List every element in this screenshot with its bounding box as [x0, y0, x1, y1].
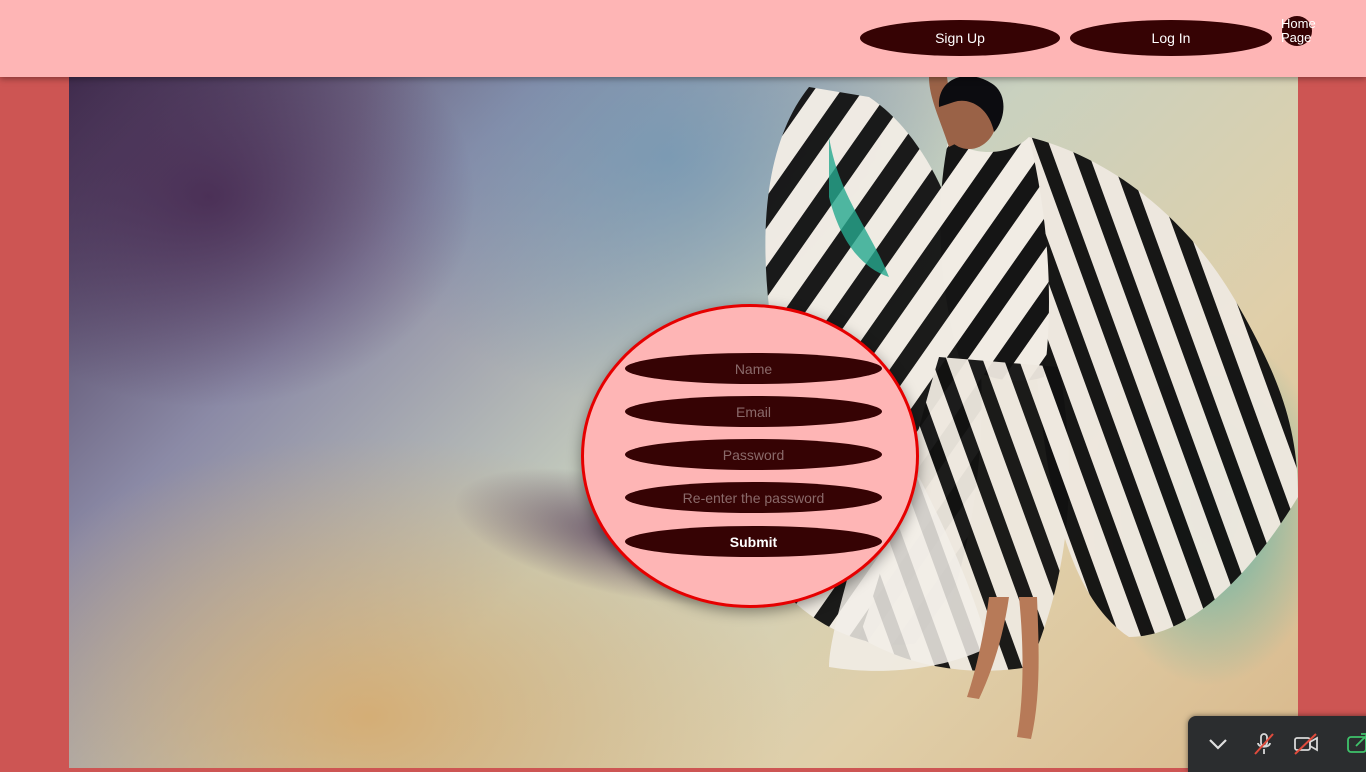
- meeting-control-bar: [1188, 716, 1366, 772]
- home-page-label: Home Page: [1281, 16, 1316, 45]
- home-page-button[interactable]: Home Page: [1281, 16, 1316, 46]
- sign-up-button[interactable]: Sign Up: [860, 20, 1060, 56]
- signup-form: Submit: [581, 304, 919, 608]
- camera-off-icon[interactable]: [1292, 730, 1320, 758]
- chevron-down-icon[interactable]: [1204, 730, 1232, 758]
- name-field[interactable]: [625, 353, 882, 384]
- password-field[interactable]: [625, 439, 882, 470]
- top-header: Sign Up Log In Home Page: [0, 0, 1366, 77]
- mic-muted-icon[interactable]: [1250, 730, 1278, 758]
- email-field[interactable]: [625, 396, 882, 427]
- hero-image: Submit: [69, 77, 1298, 768]
- reenter-password-field[interactable]: [625, 482, 882, 513]
- submit-button[interactable]: Submit: [625, 526, 882, 557]
- share-screen-icon[interactable]: [1344, 730, 1366, 758]
- log-in-button[interactable]: Log In: [1070, 20, 1272, 56]
